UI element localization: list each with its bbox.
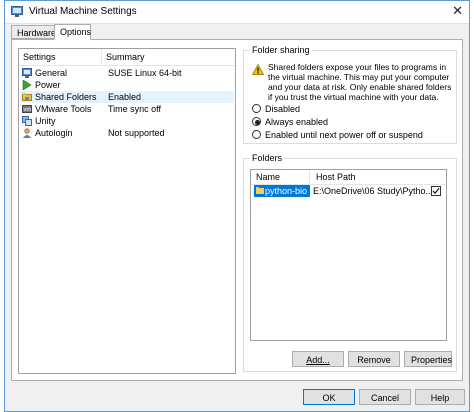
cancel-button[interactable]: Cancel: [359, 389, 411, 405]
folders-group: Folders Name Host Path python-bio E:\One…: [243, 153, 457, 372]
column-name[interactable]: Name: [256, 172, 280, 182]
folder-sharing-label: Folder sharing: [250, 45, 312, 55]
unity-icon: [22, 116, 32, 126]
settings-list-header: Settings Summary: [19, 49, 235, 66]
folders-table: Name Host Path python-bio E:\OneDrive\06…: [250, 169, 447, 341]
tab-options[interactable]: Options: [54, 24, 91, 40]
add-folder-button[interactable]: Add...: [292, 351, 344, 367]
window-title: Virtual Machine Settings: [29, 6, 137, 17]
column-settings[interactable]: Settings: [23, 52, 56, 62]
folder-icon: [256, 187, 264, 194]
help-button[interactable]: Help: [415, 389, 465, 405]
warning-icon: [252, 64, 264, 75]
vmware-tools-icon: vm: [22, 105, 32, 113]
svg-text:vm: vm: [23, 107, 31, 113]
settings-item-unity[interactable]: Unity: [20, 115, 234, 127]
properties-button[interactable]: Properties: [404, 351, 452, 367]
power-icon: [22, 80, 32, 90]
autologin-icon: [23, 128, 31, 138]
title-bar: Virtual Machine Settings ✕: [5, 1, 469, 24]
close-icon[interactable]: ✕: [452, 4, 463, 18]
shared-folders-icon: [22, 93, 32, 101]
remove-folder-button[interactable]: Remove: [348, 351, 400, 367]
settings-item-autologin[interactable]: Autologin Not supported: [20, 127, 234, 139]
column-host-path[interactable]: Host Path: [316, 172, 356, 182]
ok-button[interactable]: OK: [303, 389, 355, 405]
folders-label: Folders: [250, 153, 285, 163]
vm-settings-icon: [11, 6, 23, 17]
folders-table-header: Name Host Path: [251, 170, 446, 185]
folder-sharing-group: Folder sharing Shared folders expose you…: [243, 45, 457, 144]
settings-item-vmware-tools[interactable]: vm VMware Tools Time sync off: [20, 103, 234, 115]
folder-enabled-checkbox[interactable]: [431, 186, 441, 196]
table-row[interactable]: python-bio E:\OneDrive\06 Study\Pytho...: [252, 185, 445, 197]
general-icon: [22, 68, 32, 78]
settings-item-shared-folders[interactable]: Shared Folders Enabled: [20, 91, 234, 103]
folder-sharing-warning: Shared folders expose your files to prog…: [268, 62, 452, 102]
column-summary[interactable]: Summary: [106, 52, 145, 62]
settings-item-general[interactable]: General SUSE Linux 64-bit: [20, 67, 234, 79]
settings-item-power[interactable]: Power: [20, 79, 234, 91]
settings-window: Virtual Machine Settings ✕ Hardware Opti…: [4, 0, 470, 412]
tab-hardware[interactable]: Hardware: [11, 25, 56, 39]
settings-list: Settings Summary General SUSE Linux 64-b…: [18, 48, 236, 374]
options-panel: Settings Summary General SUSE Linux 64-b…: [11, 39, 463, 381]
folder-name-cell[interactable]: python-bio: [254, 185, 310, 197]
host-path-cell: E:\OneDrive\06 Study\Pytho...: [313, 186, 434, 196]
checkmark-icon: [432, 187, 440, 195]
